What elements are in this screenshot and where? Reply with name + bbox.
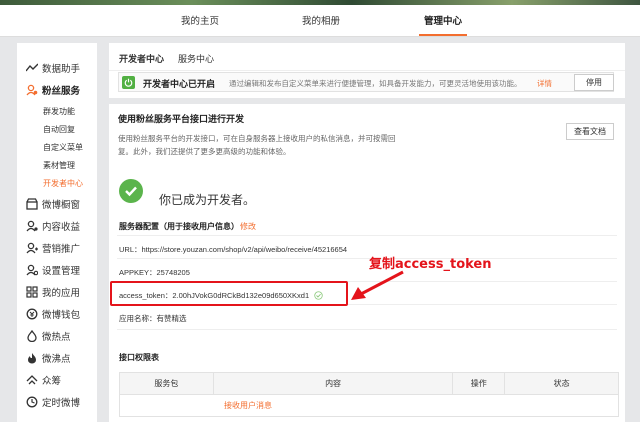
sidebar-item-label: 众筹 <box>42 376 62 387</box>
permission-item[interactable]: 接收用户消息 <box>119 394 619 417</box>
page-gutter <box>631 43 640 422</box>
tab-management-center[interactable]: 管理中心 <box>424 13 462 27</box>
developer-confirmation: 你已成为开发者。 <box>159 193 256 207</box>
hotspot-icon <box>26 330 38 342</box>
section-heading: 使用粉丝服务平台接口进行开发 <box>118 114 245 124</box>
table-row: 接收用户消息 <box>119 394 619 417</box>
details-link[interactable]: 详情 <box>537 78 552 89</box>
disable-button[interactable]: 停用 <box>574 74 614 91</box>
tab-developer-center[interactable]: 开发者中心 <box>119 52 164 65</box>
sidebar-item-label: 定时微博 <box>42 398 81 409</box>
sidebar-sub-developer-center[interactable]: 开发者中心 <box>43 178 83 189</box>
tab-my-album[interactable]: 我的相册 <box>302 13 340 27</box>
sidebar-item-label: 内容收益 <box>42 222 81 233</box>
divider <box>117 235 617 236</box>
divider <box>117 329 617 330</box>
sidebar-item-label: 营销推广 <box>42 244 81 255</box>
sidebar-item-label: 数据助手 <box>42 64 81 75</box>
annotation-arrow-icon <box>351 270 404 300</box>
appkey-row: APPKEY：25748205 <box>119 267 190 278</box>
appkey-label: APPKEY： <box>119 268 157 277</box>
sidebar-sub-material[interactable]: 素材管理 <box>43 160 75 171</box>
sidebar-item-settings[interactable]: 设置管理 <box>17 261 97 279</box>
tab-service-center[interactable]: 服务中心 <box>178 52 214 65</box>
settings-icon <box>26 264 38 276</box>
developer-status-description: 通过编辑和发布自定义菜单来进行便捷管理，如具备开发能力，可更灵活地使用该功能。 <box>229 79 522 88</box>
power-icon <box>122 76 135 89</box>
app-name-row: 应用名称：有赞精选 <box>119 313 187 324</box>
sidebar-item-label: 设置管理 <box>42 266 81 277</box>
tab-my-home[interactable]: 我的主页 <box>181 13 219 27</box>
edit-config-link[interactable]: 修改 <box>240 221 256 232</box>
app-name-label: 应用名称： <box>119 314 157 323</box>
promote-icon <box>26 242 38 254</box>
sidebar-item-showcase[interactable]: 微博橱窗 <box>17 195 97 213</box>
column-header: 内容 <box>212 372 454 395</box>
table-header-row: 服务包 内容 操作 状态 <box>119 372 619 395</box>
sidebar-sub-mass-send[interactable]: 群发功能 <box>43 106 75 117</box>
divider <box>117 258 617 259</box>
top-navigation: 我的主页 我的相册 管理中心 <box>0 5 640 37</box>
clock-icon <box>26 396 38 408</box>
access-token-highlight-box <box>110 281 348 306</box>
sidebar-item-label: 粉丝服务 <box>42 86 81 97</box>
sidebar-item-my-apps[interactable]: 我的应用 <box>17 283 97 301</box>
sidebar-sub-auto-reply[interactable]: 自动回复 <box>43 124 75 135</box>
url-row: URL：https://store.youzan.com/shop/v2/api… <box>119 244 347 255</box>
section-description: 使用粉丝服务平台的开发接口，可在自身服务器上接收用户的私信消息，并可按需回复。此… <box>118 134 396 156</box>
check-icon <box>119 179 143 203</box>
appkey-value: 25748205 <box>156 268 190 277</box>
column-header: 操作 <box>452 372 506 395</box>
server-config-title: 服务器配置（用于接收用户信息） <box>119 222 239 231</box>
sidebar-item-hotspot[interactable]: 微热点 <box>17 327 97 345</box>
income-icon <box>26 220 38 232</box>
sidebar-item-fan-service[interactable]: 粉丝服务 <box>17 81 97 99</box>
developer-status-title: 开发者中心已开启 <box>143 79 216 89</box>
sidebar-item-label: 微博橱窗 <box>42 200 81 211</box>
platform-api-panel: 使用粉丝服务平台接口进行开发 使用粉丝服务平台的开发接口，可在自身服务器上接收用… <box>109 104 625 422</box>
url-label: URL： <box>119 245 142 254</box>
column-header: 状态 <box>504 372 619 395</box>
sidebar-sub-custom-menu[interactable]: 自定义菜单 <box>43 142 83 153</box>
sidebar-item-label: 微沸点 <box>42 354 71 365</box>
sidebar-item-label: 微热点 <box>42 332 71 343</box>
column-header: 服务包 <box>119 372 214 395</box>
app-name-value: 有赞精选 <box>156 314 187 323</box>
fans-icon <box>26 84 38 96</box>
sidebar-item-wallet[interactable]: 微博钱包 <box>17 305 97 323</box>
sidebar-item-label: 微博钱包 <box>42 310 81 321</box>
sidebar-item-label: 我的应用 <box>42 288 81 299</box>
view-docs-button[interactable]: 查看文档 <box>566 123 614 140</box>
developer-status-bar: 开发者中心已开启 通过编辑和发布自定义菜单来进行便捷管理，如具备开发能力，可更灵… <box>118 72 614 92</box>
sidebar-item-scheduled-weibo[interactable]: 定时微博 <box>17 393 97 411</box>
crowdfund-icon <box>26 374 38 386</box>
sidebar-item-content-income[interactable]: 内容收益 <box>17 217 97 235</box>
url-value: https://store.youzan.com/shop/v2/api/wei… <box>141 245 348 254</box>
apps-icon <box>26 286 38 298</box>
wallet-icon <box>26 308 38 320</box>
boil-icon <box>26 352 38 364</box>
trend-icon <box>26 62 38 74</box>
sidebar-item-boiling-point[interactable]: 微沸点 <box>17 349 97 367</box>
permissions-table: 服务包 内容 操作 状态 接收用户消息 <box>119 372 619 417</box>
sidebar-item-marketing[interactable]: 营销推广 <box>17 239 97 257</box>
active-tab-indicator <box>419 34 467 36</box>
sidebar-item-crowdfunding[interactable]: 众筹 <box>17 371 97 389</box>
permissions-title: 接口权限表 <box>119 353 159 362</box>
divider <box>109 70 625 71</box>
sidebar: 数据助手 粉丝服务 群发功能 自动回复 自定义菜单 素材管理 开发者中心 微博橱… <box>17 43 97 422</box>
sidebar-item-data-assistant[interactable]: 数据助手 <box>17 59 97 77</box>
store-icon <box>26 198 38 210</box>
